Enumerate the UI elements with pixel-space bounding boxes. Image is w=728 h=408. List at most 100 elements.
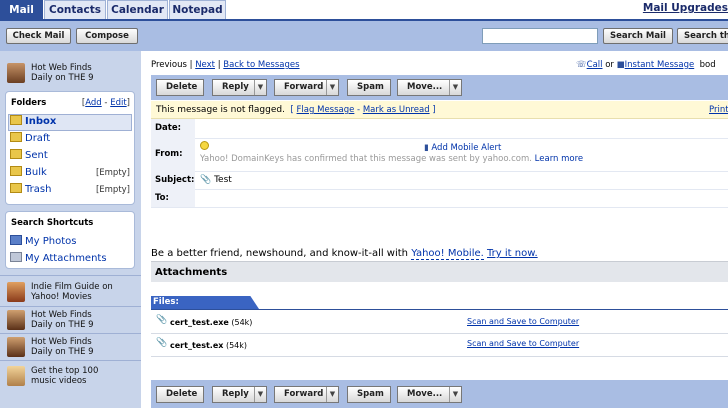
reply-label: Reply (222, 82, 249, 92)
search-web-button[interactable]: Search th (677, 28, 728, 44)
trash-empty-link[interactable]: [Empty] (96, 182, 130, 198)
sidebar-ad[interactable]: Get the top 100 music videos (7, 364, 137, 390)
folder-label: Inbox (25, 116, 57, 127)
move-label: Move... (407, 389, 443, 399)
move-button[interactable]: Move... ▼ (397, 79, 462, 96)
sidebar-ad[interactable]: Hot Web Finds Daily on THE 9 (7, 335, 137, 361)
promo-thumbnail (7, 282, 25, 302)
shortcut-my-photos[interactable]: My Photos (10, 234, 76, 250)
ad-text: Hot Web Finds Daily on THE 9 (31, 310, 94, 330)
learn-more-link[interactable]: Learn more (535, 154, 583, 164)
back-to-messages-link[interactable]: Back to Messages (223, 60, 299, 70)
attachments-header: Attachments (151, 261, 728, 282)
mail-upgrades-link[interactable]: Mail Upgrades (643, 2, 728, 14)
reply-button[interactable]: Reply ▼ (212, 386, 267, 403)
header-row-date: Date: (151, 119, 728, 139)
folders-actions: [Add - Edit] (81, 98, 130, 108)
sidebar-ad-top[interactable]: Hot Web Finds Daily on THE 9 (7, 61, 137, 87)
folder-bulk[interactable]: Bulk (10, 165, 47, 181)
check-mail-button[interactable]: Check Mail (6, 28, 71, 44)
ad-text: Indie Film Guide on Yahoo! Movies (31, 282, 113, 302)
search-shortcuts-box: Search Shortcuts My Photos My Attachment… (5, 211, 135, 269)
compose-button[interactable]: Compose (76, 28, 138, 44)
previous-label: Previous (151, 60, 187, 70)
folder-label: Trash (25, 184, 52, 195)
flag-status-bar: This message is not flagged. [ Flag Mess… (151, 101, 728, 119)
mark-unread-link[interactable]: Mark as Unread (363, 105, 430, 115)
attachment-size: (54k) (225, 341, 248, 350)
folder-inbox[interactable]: Inbox (10, 114, 56, 130)
forward-button[interactable]: Forward ▼ (274, 386, 339, 403)
divider (0, 333, 141, 334)
add-folder-link[interactable]: Add (85, 98, 101, 108)
folder-sent[interactable]: Sent (10, 148, 48, 164)
spam-button[interactable]: Spam (347, 386, 391, 403)
spam-button[interactable]: Spam (347, 79, 391, 96)
call-link[interactable]: Call (587, 60, 603, 70)
folder-label: Draft (25, 133, 51, 144)
message-pane: Previous | Next | Back to Messages ☏Call… (151, 51, 728, 408)
divider (0, 306, 141, 307)
attachment-row: 📎 cert_test.exe (54k) Scan and Save to C… (151, 311, 728, 334)
tab-contacts[interactable]: Contacts (44, 0, 106, 19)
promo-thumbnail (7, 337, 25, 357)
promo-thumbnail (7, 63, 25, 83)
chevron-down-icon: ▼ (254, 387, 266, 402)
move-button[interactable]: Move... ▼ (397, 386, 462, 403)
scan-save-link[interactable]: Scan and Save to Computer (467, 339, 579, 348)
chevron-down-icon: ▼ (326, 387, 338, 402)
move-label: Move... (407, 82, 443, 92)
flag-message-link[interactable]: Flag Message (297, 105, 355, 115)
shortcut-my-attachments[interactable]: My Attachments (10, 251, 107, 267)
files-label: Files: (151, 296, 259, 309)
flag-status-text: This message is not flagged. (156, 105, 285, 115)
add-mobile-alert-link[interactable]: Add Mobile Alert (431, 143, 501, 153)
sidebar-ad[interactable]: Indie Film Guide on Yahoo! Movies (7, 280, 137, 306)
delete-button[interactable]: Delete (156, 79, 204, 96)
add-mobile-alert[interactable]: ▮ Add Mobile Alert (424, 143, 501, 153)
folder-draft[interactable]: Draft (10, 131, 50, 147)
print-link[interactable]: Print (709, 101, 728, 119)
chevron-down-icon: ▼ (326, 80, 338, 95)
domainkeys-text: Yahoo! DomainKeys has confirmed that thi… (200, 154, 532, 164)
inbox-icon (10, 115, 22, 125)
subject-label: Subject: (151, 171, 195, 189)
reply-button[interactable]: Reply ▼ (212, 79, 267, 96)
instant-message-link[interactable]: Instant Message (625, 60, 695, 70)
next-link[interactable]: Next (195, 60, 215, 70)
ad-text: Get the top 100 music videos (31, 366, 99, 386)
date-label: Date: (151, 119, 195, 138)
promo-thumbnail (7, 310, 25, 330)
ad-text: Hot Web Finds Daily on THE 9 (31, 63, 94, 83)
from-label: From: (151, 138, 195, 171)
mobile-icon: ▮ (424, 143, 429, 153)
tab-calendar[interactable]: Calendar (107, 0, 168, 19)
paperclip-icon: 📎 (156, 315, 168, 325)
yahoo-mobile-link[interactable]: Yahoo! Mobile. (411, 248, 484, 260)
chevron-down-icon: ▼ (449, 80, 461, 95)
promo-text: Be a better friend, newshound, and know-… (151, 248, 409, 259)
forward-button[interactable]: Forward ▼ (274, 79, 339, 96)
try-it-now-link[interactable]: Try it now. (487, 248, 538, 259)
shortcut-label: My Attachments (25, 253, 107, 264)
subject-text: Test (214, 175, 232, 185)
search-mail-button[interactable]: Search Mail (603, 28, 673, 44)
sidebar-ad[interactable]: Hot Web Finds Daily on THE 9 (7, 308, 137, 334)
sent-icon (10, 149, 22, 159)
ad-text: Hot Web Finds Daily on THE 9 (31, 337, 94, 357)
delete-button[interactable]: Delete (156, 386, 204, 403)
tab-mail[interactable]: Mail (0, 0, 43, 19)
promo-thumbnail (7, 366, 25, 386)
attachment-row: 📎 cert_test.ex (54k) Scan and Save to Co… (151, 334, 728, 357)
edit-folders-link[interactable]: Edit (110, 98, 126, 108)
folder-trash[interactable]: Trash (10, 182, 51, 198)
attachment-filename: cert_test.exe (170, 318, 229, 327)
tab-notepad[interactable]: Notepad (169, 0, 226, 19)
search-input[interactable] (482, 28, 598, 44)
folder-label: Sent (25, 150, 48, 161)
scan-save-link[interactable]: Scan and Save to Computer (467, 317, 579, 326)
header-row-subject: Subject: 📎 Test (151, 171, 728, 190)
bulk-empty-link[interactable]: [Empty] (96, 165, 130, 181)
folder-label: Bulk (25, 167, 47, 178)
message-nav: Previous | Next | Back to Messages (151, 60, 300, 70)
